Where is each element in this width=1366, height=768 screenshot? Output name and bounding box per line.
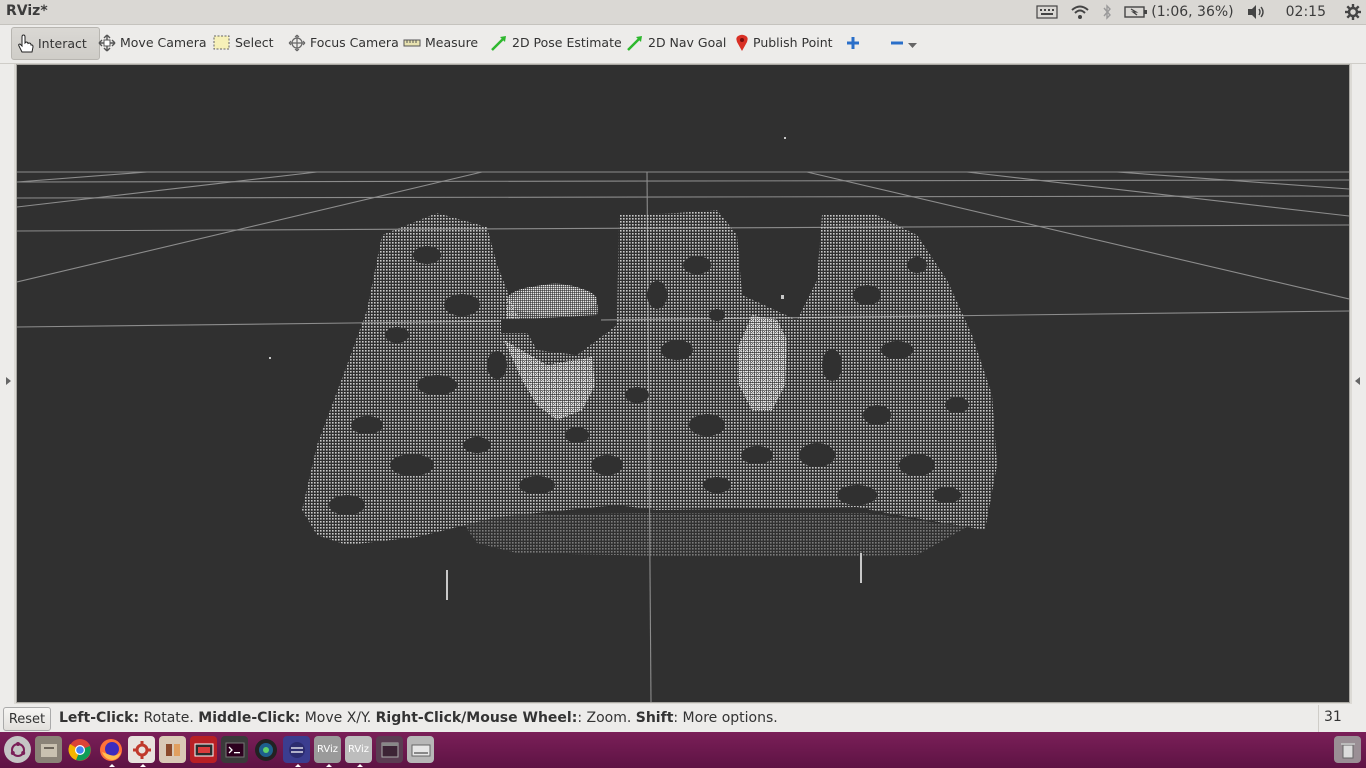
battery-indicator[interactable]: (1:06, 36%) [1124,4,1234,20]
files-icon[interactable] [35,736,62,763]
mouse-hint-text: Left-Click: Rotate. Middle-Click: Move X… [59,710,778,726]
window-title: RViz* [6,3,48,19]
taskbar-launcher: RViz RViz [0,732,1366,768]
interact-tool-button[interactable]: Interact [11,27,100,60]
running-indicator [140,764,146,767]
battery-text: (1:06, 36%) [1151,4,1234,20]
rviz-icon: RViz [316,744,339,755]
media-icon[interactable] [159,736,186,763]
measure-tool-button[interactable]: Measure [403,27,478,58]
rviz-launcher-1[interactable]: RViz [314,736,341,767]
minus-icon [890,36,904,50]
hint-shift-action: : More options. [673,710,778,726]
ruler-icon [403,38,421,48]
add-tool-button[interactable] [846,27,864,58]
ubuntu-dash-icon[interactable] [4,736,31,763]
chevron-down-icon [908,42,917,49]
chevron-left-icon [1355,377,1360,385]
remove-tool-button[interactable] [890,27,921,58]
volume-icon[interactable] [1246,4,1266,20]
focus-camera-tool-button[interactable]: Focus Camera [288,27,399,58]
right-panel-collapse-handle[interactable] [1352,64,1366,704]
status-bar: Reset Left-Click: Rotate. Middle-Click: … [0,704,1366,749]
hint-middle-click-action: Move X/Y. [300,710,376,726]
chevron-right-icon [6,377,11,385]
focus-camera-label: Focus Camera [310,35,399,50]
top-menu-bar: RViz* (1:06, 36%) 02:15 [0,0,1366,25]
reset-button[interactable]: Reset [3,707,51,731]
2d-pose-estimate-label: 2D Pose Estimate [512,35,622,50]
point-cloud [269,137,997,600]
publish-point-tool-button[interactable]: Publish Point [735,27,833,58]
fps-counter: 31 fps [1318,705,1366,749]
map-pin-icon [735,34,749,52]
point-cloud-lower-fringe [457,513,967,557]
select-tool-button[interactable]: Select [213,27,274,58]
bluetooth-icon[interactable] [1102,4,1112,20]
move-camera-label: Move Camera [120,35,207,50]
keyboard-icon[interactable] [1036,5,1058,19]
move-camera-icon [98,34,116,52]
running-indicator [109,764,115,767]
bucket-gap [501,319,601,333]
tools-toolbar: Interact Move Camera Select Focus Camera… [0,25,1366,64]
eclipse-icon[interactable] [283,736,310,767]
window-icon[interactable] [376,736,403,763]
hint-left-click-action: Rotate. [139,710,199,726]
wifi-icon[interactable] [1070,4,1090,20]
running-indicator [357,764,363,767]
move-camera-tool-button[interactable]: Move Camera [98,27,207,58]
green-arrow-icon [626,34,644,52]
point-cloud-left-section [302,210,997,545]
gear-icon[interactable] [1344,3,1362,21]
left-panel-collapse-handle[interactable] [0,64,14,704]
terminal-icon[interactable] [221,736,248,763]
system-indicators: (1:06, 36%) 02:15 [1030,0,1366,24]
rviz-launcher-2[interactable]: RViz [345,736,372,767]
plus-icon [846,36,860,50]
hint-left-click-key: Left-Click: [59,710,140,726]
rviz-icon: RViz [347,744,370,755]
hint-middle-click-key: Middle-Click: [198,710,301,726]
select-label: Select [235,35,274,50]
drive-icon[interactable] [407,736,434,763]
3d-render-viewport[interactable] [16,64,1350,703]
2d-pose-estimate-tool-button[interactable]: 2D Pose Estimate [490,27,622,58]
publish-point-label: Publish Point [753,35,833,50]
settings-icon[interactable] [128,736,155,767]
hint-shift-key: Shift [635,710,674,726]
running-indicator [295,764,301,767]
trash-icon[interactable] [1334,736,1361,763]
camera-lens-icon[interactable] [252,736,279,763]
interact-label: Interact [38,36,87,51]
bucket-top [507,283,598,320]
battery-icon [1124,6,1148,18]
hint-right-click-action: : Zoom. [577,710,636,726]
2d-nav-goal-tool-button[interactable]: 2D Nav Goal [626,27,726,58]
running-indicator [326,764,332,767]
2d-nav-goal-label: 2D Nav Goal [648,35,727,50]
green-arrow-icon [490,34,508,52]
hand-pointer-icon [16,33,34,54]
clock[interactable]: 02:15 [1286,4,1326,20]
firefox-icon[interactable] [97,736,124,767]
select-box-icon [213,35,231,51]
point-cloud-scene [17,137,1349,702]
hint-right-click-key: Right-Click/Mouse Wheel: [375,710,578,726]
focus-crosshair-icon [288,34,306,52]
chrome-icon[interactable] [66,736,93,763]
video-icon[interactable] [190,736,217,763]
measure-label: Measure [425,35,479,50]
